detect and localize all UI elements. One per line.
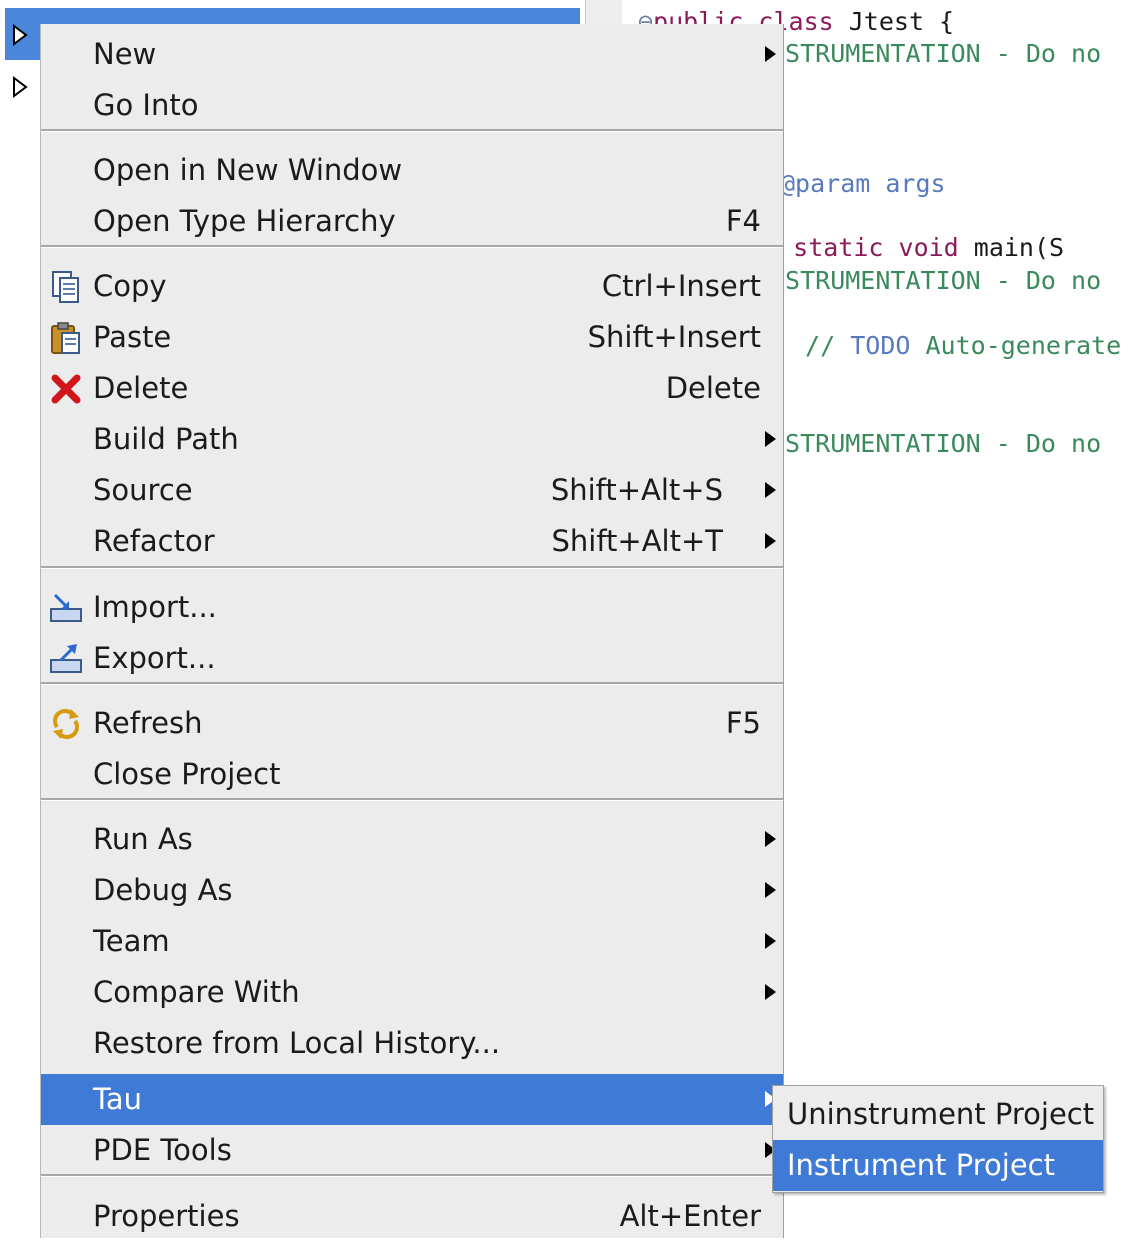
code-line: ic static void main(S	[748, 230, 1064, 266]
menu-item-open-in-new-window[interactable]: Open in New Window	[41, 145, 783, 196]
code-token: NSTRUMENTATION - Do no	[770, 266, 1102, 295]
menu-item-restore-from-local-history[interactable]: Restore from Local History...	[41, 1018, 783, 1069]
menu-item-shortcut: Delete	[665, 371, 761, 405]
code-token: Jtest {	[848, 7, 955, 36]
menu-separator	[41, 798, 783, 801]
submenu-arrow-icon	[765, 46, 776, 62]
menu-item-pde-tools[interactable]: PDE Tools	[41, 1125, 783, 1176]
menu-item-label: Build Path	[93, 422, 239, 456]
menu-item-label: New	[93, 37, 157, 71]
menu-item-label: PDE Tools	[93, 1133, 232, 1167]
menu-item-source[interactable]: Source Shift+Alt+S	[41, 465, 783, 516]
code-token: @param	[780, 169, 886, 198]
menu-item-open-type-hierarchy[interactable]: Open Type Hierarchy F4	[41, 196, 783, 247]
menu-item-tau[interactable]: Tau	[41, 1074, 783, 1125]
submenu-arrow-icon	[765, 984, 776, 1000]
menu-item-shortcut: Shift+Alt+S	[550, 473, 723, 507]
submenu-arrow-icon	[765, 831, 776, 847]
menu-item-label: Tau	[93, 1082, 143, 1116]
submenu-arrow-icon	[765, 533, 776, 549]
expand-arrow-icon[interactable]	[10, 76, 30, 98]
menu-item-label: Close Project	[93, 757, 281, 791]
menu-item-new[interactable]: New	[41, 29, 783, 80]
menu-item-label: Refactor	[93, 524, 215, 558]
submenu-item-instrument-project[interactable]: Instrument Project	[773, 1140, 1103, 1191]
code-line: NSTRUMENTATION - Do no	[770, 263, 1101, 299]
delete-icon	[49, 372, 83, 406]
submenu-arrow-icon	[765, 482, 776, 498]
submenu-arrow-icon	[765, 882, 776, 898]
menu-item-label: Delete	[93, 371, 189, 405]
menu-separator	[41, 1174, 783, 1177]
copy-icon	[49, 270, 83, 304]
code-token: args	[885, 169, 946, 198]
menu-item-shortcut: Alt+Enter	[619, 1199, 761, 1233]
menu-item-properties[interactable]: Properties Alt+Enter	[41, 1191, 783, 1242]
menu-item-paste[interactable]: Paste Shift+Insert	[41, 312, 783, 363]
submenu-item-uninstrument-project[interactable]: Uninstrument Project	[773, 1089, 1103, 1140]
menu-item-label: Paste	[93, 320, 172, 354]
menu-item-shortcut: F4	[725, 204, 761, 238]
menu-item-export[interactable]: Export...	[41, 633, 783, 684]
menu-item-refresh[interactable]: Refresh F5	[41, 698, 783, 749]
code-line: // TODO Auto-generate	[790, 328, 1121, 364]
code-token: NSTRUMENTATION - Do no	[770, 39, 1102, 68]
menu-item-run-as[interactable]: Run As	[41, 814, 783, 865]
submenu-arrow-icon	[765, 933, 776, 949]
menu-item-go-into[interactable]: Go Into	[41, 80, 783, 131]
menu-separator	[41, 129, 783, 132]
menu-item-shortcut: F5	[725, 706, 761, 740]
menu-item-close-project[interactable]: Close Project	[41, 749, 783, 800]
tau-submenu: Uninstrument Project Instrument Project	[772, 1085, 1104, 1193]
menu-item-delete[interactable]: Delete Delete	[41, 363, 783, 414]
menu-item-label: Team	[93, 924, 170, 958]
menu-item-label: Restore from Local History...	[93, 1026, 501, 1060]
menu-item-label: Compare With	[93, 975, 300, 1009]
menu-item-label: Copy	[93, 269, 167, 303]
menu-item-shortcut: Shift+Insert	[587, 320, 761, 354]
paste-icon	[49, 321, 83, 355]
code-line: NSTRUMENTATION - Do no	[770, 36, 1101, 72]
code-token: void	[898, 233, 974, 262]
code-line: @param args	[780, 166, 946, 202]
submenu-arrow-icon	[765, 431, 776, 447]
menu-item-import[interactable]: Import...	[41, 582, 783, 633]
menu-separator	[41, 566, 783, 569]
menu-item-label: Source	[93, 473, 193, 507]
submenu-item-label: Uninstrument Project	[787, 1097, 1095, 1131]
code-token: TODO	[850, 331, 911, 360]
menu-item-label: Run As	[93, 822, 193, 856]
submenu-item-label: Instrument Project	[787, 1148, 1055, 1182]
menu-item-label: Open Type Hierarchy	[93, 204, 396, 238]
code-token: //	[790, 331, 851, 360]
code-token: NSTRUMENTATION - Do no	[770, 429, 1102, 458]
menu-item-label: Refresh	[93, 706, 203, 740]
code-token: static	[793, 233, 899, 262]
code-token: main(S	[973, 233, 1065, 262]
menu-item-build-path[interactable]: Build Path	[41, 414, 783, 465]
menu-item-shortcut: Shift+Alt+T	[551, 524, 724, 558]
expand-arrow-icon[interactable]	[10, 24, 30, 46]
menu-item-team[interactable]: Team	[41, 916, 783, 967]
menu-item-label: Export...	[93, 641, 216, 675]
menu-item-label: Go Into	[93, 88, 199, 122]
context-menu: New Go Into Open in New Window Open Type Hi…	[40, 24, 784, 1238]
menu-item-label: Properties	[93, 1199, 240, 1233]
menu-separator	[41, 682, 783, 685]
menu-item-shortcut: Ctrl+Insert	[601, 269, 761, 303]
menu-separator	[41, 245, 783, 248]
project-tree	[0, 0, 580, 1238]
import-icon	[49, 591, 83, 625]
menu-item-copy[interactable]: Copy Ctrl+Insert	[41, 261, 783, 312]
code-line: NSTRUMENTATION - Do no	[770, 426, 1101, 462]
menu-item-label: Open in New Window	[93, 153, 403, 187]
export-icon	[49, 642, 83, 676]
menu-item-refactor[interactable]: Refactor Shift+Alt+T	[41, 516, 783, 567]
menu-item-compare-with[interactable]: Compare With	[41, 967, 783, 1018]
code-token: Auto-generate	[910, 331, 1122, 360]
refresh-icon	[49, 707, 83, 741]
menu-item-label: Debug As	[93, 873, 233, 907]
menu-item-label: Import...	[93, 590, 217, 624]
menu-item-debug-as[interactable]: Debug As	[41, 865, 783, 916]
